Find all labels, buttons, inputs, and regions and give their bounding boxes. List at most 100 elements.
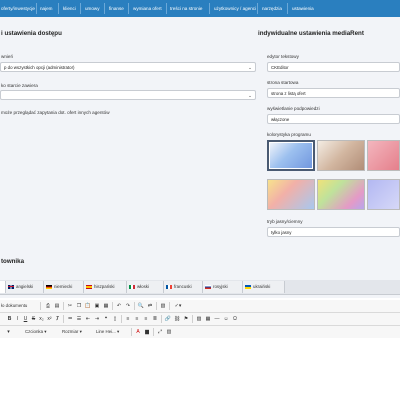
hints-select[interactable]: włączone [267, 114, 400, 124]
find-icon[interactable]: 🔍 [137, 302, 145, 310]
align-center-icon[interactable]: ≡ [133, 315, 141, 323]
tab-label: angielski [16, 284, 34, 289]
nav-item-users-agents[interactable]: użytkownicy / agenci [214, 0, 256, 17]
toolbar-divider [121, 315, 122, 323]
line-height-select-label: Line Hei... [96, 329, 116, 334]
styles-dropdown-arrow[interactable]: ▾ [6, 328, 11, 336]
align-justify-icon[interactable]: ≣ [151, 315, 159, 323]
permissions-select[interactable]: p do wszystkich opcji (administrator) ⌄ [0, 62, 256, 72]
nav-item-rent[interactable]: najem [40, 0, 53, 17]
cut-icon[interactable]: ✂ [66, 302, 74, 310]
align-left-icon[interactable]: ≡ [124, 315, 132, 323]
start-page-select[interactable]: strona z listą ofert [267, 88, 400, 98]
spellcheck-icon[interactable]: ✓▾ [172, 302, 184, 310]
bulleted-list-icon[interactable]: ☰ [75, 315, 83, 323]
color-scheme-swatch-lavender[interactable] [367, 179, 400, 210]
nav-item-contracts[interactable]: umowy [85, 0, 100, 17]
hints-select-value: włączone [271, 117, 290, 122]
blockquote-icon[interactable]: ❝ [102, 315, 110, 323]
nav-divider [209, 3, 210, 14]
underline-icon[interactable]: U [22, 315, 29, 323]
toolbar-divider [40, 302, 41, 310]
color-scheme-swatch-rainbow[interactable] [317, 179, 365, 210]
chevron-down-icon: ⌄ [248, 93, 252, 98]
tab-ukrainian[interactable]: ukraiński [243, 281, 285, 293]
top-navigation: oferty/inwestycje najem klienci umowy fi… [0, 0, 400, 17]
remove-format-icon[interactable]: Ⱦ [54, 315, 61, 323]
permissions-label: wnień [1, 54, 14, 59]
show-blocks-icon[interactable]: ▥ [165, 328, 173, 336]
text-editor-select[interactable]: CKEditor [267, 62, 400, 72]
paste-word-icon[interactable]: ▦ [102, 302, 110, 310]
nav-item-offers[interactable]: oferty/inwestycje [1, 0, 35, 17]
text-color-icon[interactable]: A [134, 328, 142, 336]
nav-item-finance[interactable]: finanse [109, 0, 124, 17]
tab-italian[interactable]: włoski [127, 281, 164, 293]
color-scheme-swatch-beige[interactable] [317, 140, 365, 171]
print-icon[interactable]: ⎙ [44, 302, 52, 310]
templates-icon[interactable]: ▤ [53, 302, 61, 310]
nav-item-site-content[interactable]: treści na stronie [170, 0, 202, 17]
image-icon[interactable]: ▨ [195, 315, 203, 323]
nav-item-clients[interactable]: klienci [63, 0, 76, 17]
outdent-icon[interactable]: ⇤ [84, 315, 92, 323]
theme-mode-select[interactable]: tylko jasny [267, 227, 400, 237]
start-page-label: strona startowa [267, 80, 299, 85]
redo-icon[interactable]: ↷ [124, 302, 132, 310]
tab-english[interactable]: angielski [6, 281, 44, 293]
tab-french[interactable]: francuski [164, 281, 203, 293]
tab-german[interactable]: niemiecki [44, 281, 84, 293]
paste-text-icon[interactable]: ▣ [93, 302, 101, 310]
tab-spanish[interactable]: hiszpański [84, 281, 127, 293]
tab-label: rosyjski [213, 284, 228, 289]
anchor-icon[interactable]: ⚑ [182, 315, 190, 323]
indent-icon[interactable]: ⇥ [93, 315, 101, 323]
italic-icon[interactable]: I [14, 315, 21, 323]
replace-icon[interactable]: ⇄ [146, 302, 154, 310]
strikethrough-icon[interactable]: S [30, 315, 37, 323]
copy-icon[interactable]: ❐ [75, 302, 83, 310]
nav-item-tools[interactable]: narzędzia [262, 0, 282, 17]
color-scheme-swatch-blue[interactable] [267, 140, 315, 171]
document-source-button[interactable]: ło dokumentu [1, 302, 27, 310]
undo-icon[interactable]: ↶ [115, 302, 123, 310]
link-icon[interactable]: 🔗 [164, 315, 172, 323]
rich-text-editor: ło dokumentu ⎙ ▤ ✂ ❐ 📋 ▣ ▦ ↶ ↷ 🔍 ⇄ ▧ ✓▾ … [0, 298, 400, 400]
start-contains-select[interactable]: ⌄ [0, 90, 256, 100]
paste-icon[interactable]: 📋 [84, 302, 92, 310]
german-flag-icon [46, 284, 52, 289]
subscript-icon[interactable]: x₂ [38, 315, 45, 323]
color-scheme-swatch-pastel[interactable] [267, 179, 315, 210]
size-select[interactable]: Rozmiar ▾ [62, 328, 82, 336]
numbered-list-icon[interactable]: ≔ [66, 315, 74, 323]
table-icon[interactable]: ▦ [204, 315, 212, 323]
background-color-icon[interactable]: ▆ [143, 328, 151, 336]
individual-settings-panel: indywidualne ustawienia mediaRent edytor… [258, 17, 400, 249]
superscript-icon[interactable]: x² [46, 315, 53, 323]
font-select[interactable]: Czcionka ▾ [25, 328, 47, 336]
toolbar-divider [131, 328, 132, 336]
french-flag-icon [166, 284, 172, 289]
tab-label: hiszpański [94, 284, 115, 289]
special-char-icon[interactable]: Ω [231, 315, 239, 323]
unlink-icon[interactable]: ⛓ [173, 315, 181, 323]
horizontal-line-icon[interactable]: ― [213, 315, 221, 323]
align-right-icon[interactable]: ≡ [142, 315, 150, 323]
nav-item-offer-exchange[interactable]: wymiana ofert [133, 0, 162, 17]
color-scheme-swatch-pink[interactable] [367, 140, 400, 171]
smiley-icon[interactable]: ☺ [222, 315, 230, 323]
tab-label: francuski [174, 284, 192, 289]
maximize-icon[interactable]: ⤢ [156, 328, 164, 336]
nav-item-settings[interactable]: ustawienia [292, 0, 314, 17]
permissions-select-value: p do wszystkich opcji (administrator) [4, 65, 75, 70]
nav-divider [166, 3, 167, 14]
nav-divider [58, 3, 59, 14]
div-container-icon[interactable]: ▯ [111, 315, 119, 323]
tab-russian[interactable]: rosyjski [203, 281, 243, 293]
select-all-icon[interactable]: ▧ [159, 302, 167, 310]
tab-label: niemiecki [54, 284, 73, 289]
line-height-select[interactable]: Line Hei... ▾ [96, 328, 119, 336]
view-inquiries-note: może przeglądać zapytania dot. ofert inn… [1, 110, 110, 115]
editor-content-area[interactable] [0, 338, 400, 400]
bold-icon[interactable]: B [6, 315, 13, 323]
